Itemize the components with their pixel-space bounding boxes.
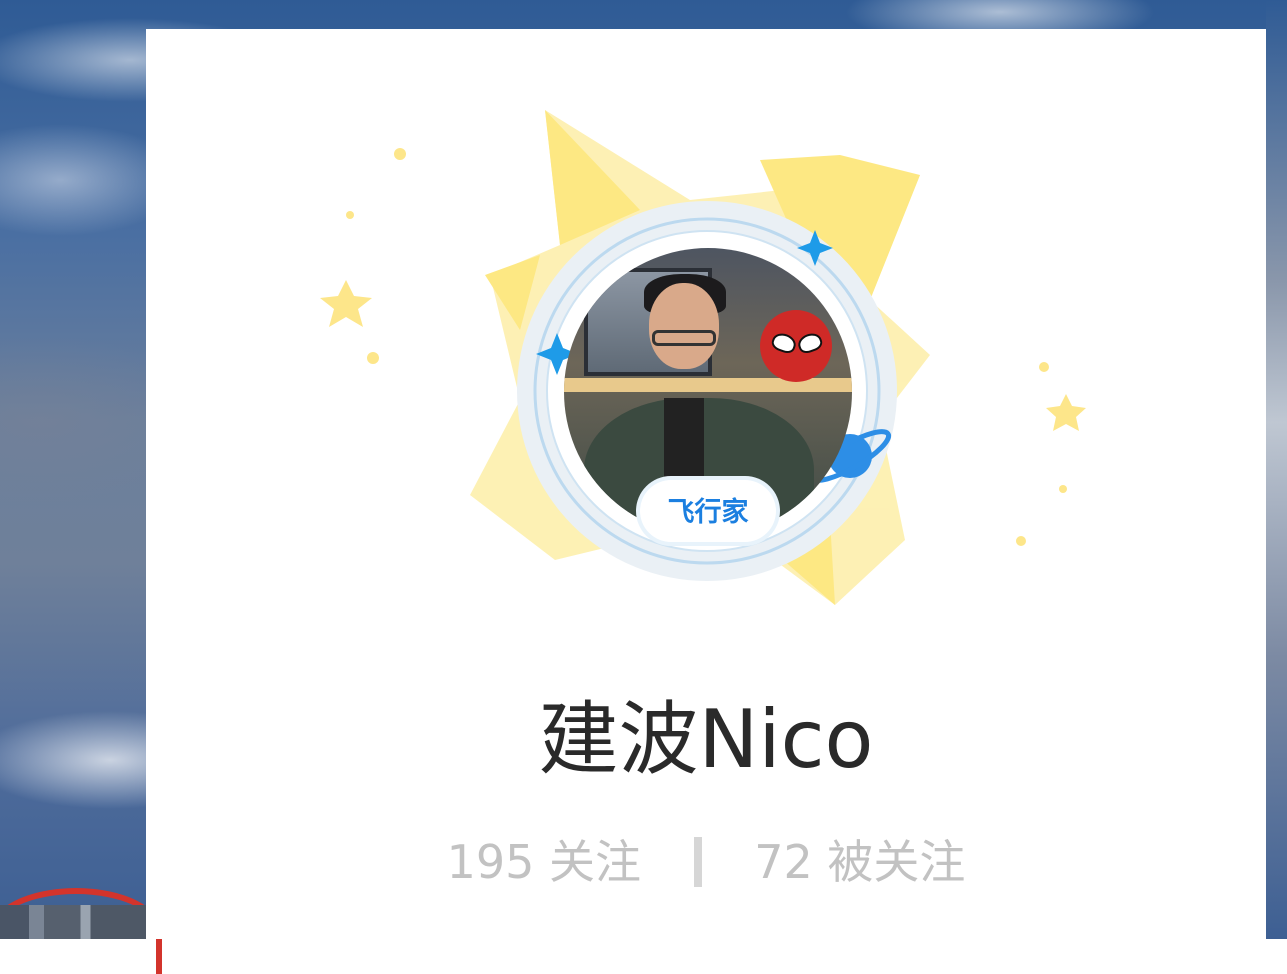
small-star-icon — [320, 280, 372, 327]
profile-name: 建波Nico — [538, 693, 874, 786]
followers-count-link[interactable]: 72 被关注 — [754, 832, 965, 892]
flyer-badge-label: 飞行家 — [667, 497, 749, 528]
photo-person-glasses — [652, 330, 716, 346]
decor-dot — [1016, 536, 1026, 546]
following-count-link[interactable]: 195 关注 — [447, 832, 641, 892]
decor-dot — [1059, 485, 1067, 493]
small-star-icon — [1046, 394, 1086, 431]
flyer-badge: 飞行家 — [640, 480, 776, 542]
photo-person-face — [649, 283, 719, 369]
decor-dot — [1039, 362, 1049, 372]
decor-dot — [394, 148, 406, 160]
photo-railing — [564, 378, 852, 392]
photo-spiderman-plush — [760, 310, 832, 382]
decor-dot — [367, 352, 379, 364]
decor-dot — [346, 211, 354, 219]
stats-divider — [693, 836, 702, 887]
follow-stats: 195 关注 72 被关注 — [146, 828, 1266, 892]
